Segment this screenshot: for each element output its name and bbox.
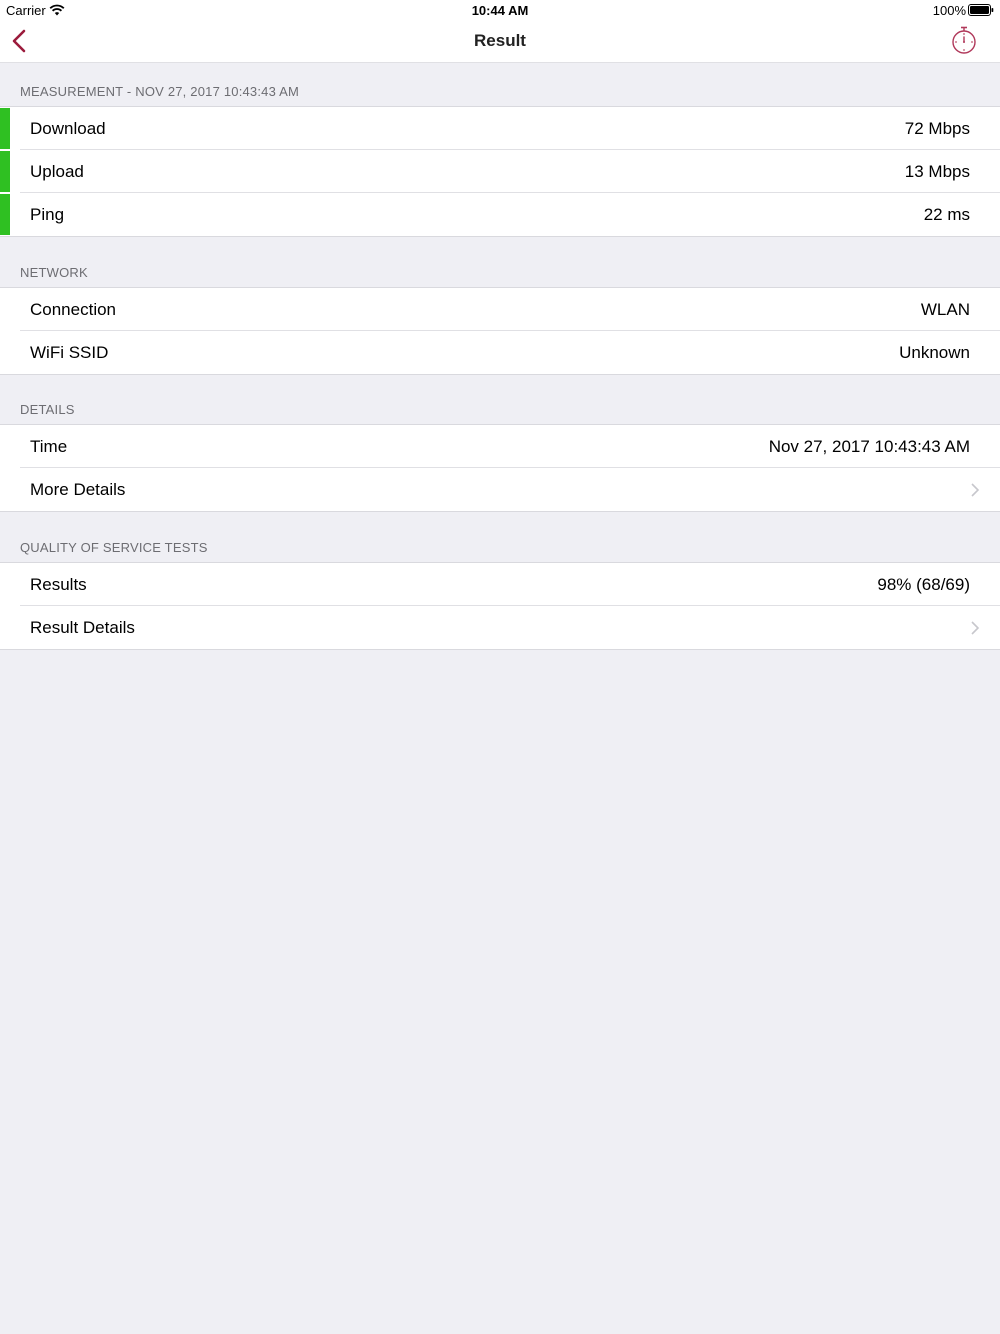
section-header-qos: QUALITY OF SERVICE TESTS: [20, 540, 208, 555]
page-title: Result: [474, 31, 526, 50]
row-label: Time: [30, 436, 68, 456]
wifi-ssid-row: WiFi SSID Unknown: [0, 330, 1000, 374]
network-group: Connection WLAN WiFi SSID Unknown: [0, 287, 1000, 375]
time-row: Time Nov 27, 2017 10:43:43 AM: [0, 425, 1000, 468]
chevron-right-icon: [971, 620, 980, 635]
qos-results-row: Results 98% (68/69): [0, 563, 1000, 606]
battery-icon: [968, 4, 994, 16]
status-time: 10:44 AM: [471, 3, 529, 18]
row-label: Download: [30, 118, 106, 138]
chevron-right-icon: [971, 482, 980, 497]
stopwatch-button[interactable]: [948, 24, 980, 56]
qos-group: Results 98% (68/69) Result Details: [0, 562, 1000, 650]
row-value: 98% (68/69): [877, 574, 970, 594]
battery-percentage: 100%: [932, 3, 966, 18]
upload-row: Upload 13 Mbps: [0, 149, 1000, 193]
section-header-network: NETWORK: [20, 265, 88, 280]
ping-status-indicator: [0, 194, 10, 235]
row-value: WLAN: [920, 299, 970, 319]
row-label: Ping: [30, 204, 65, 224]
section-header-measurement: MEASUREMENT - NOV 27, 2017 10:43:43 AM: [20, 84, 300, 99]
more-details-row[interactable]: More Details: [0, 467, 1000, 511]
measurement-group: Download 72 Mbps Upload 13 Mbps Ping 22 …: [0, 106, 1000, 237]
row-label: Connection: [30, 299, 117, 319]
network-section: NETWORK Connection WLAN WiFi SSID Unknow…: [0, 244, 1000, 375]
qos-section: QUALITY OF SERVICE TESTS Results 98% (68…: [0, 519, 1000, 650]
row-value: 72 Mbps: [904, 118, 970, 138]
row-value: 13 Mbps: [904, 161, 970, 181]
download-status-indicator: [0, 108, 10, 149]
ping-row: Ping 22 ms: [0, 192, 1000, 236]
measurement-section: MEASUREMENT - NOV 27, 2017 10:43:43 AM D…: [0, 63, 1000, 237]
section-header-details: DETAILS: [20, 402, 75, 417]
stopwatch-icon: [952, 26, 976, 54]
row-label: More Details: [30, 479, 126, 499]
status-bar: Carrier 10:44 AM 100%: [0, 0, 1000, 20]
row-label: WiFi SSID: [30, 342, 109, 362]
details-section: DETAILS Time Nov 27, 2017 10:43:43 AM Mo…: [0, 381, 1000, 512]
upload-status-indicator: [0, 151, 10, 192]
navigation-bar: Result: [0, 20, 1000, 63]
download-row: Download 72 Mbps: [0, 107, 1000, 150]
row-label: Upload: [30, 161, 84, 181]
row-value: Unknown: [899, 342, 970, 362]
connection-row: Connection WLAN: [0, 288, 1000, 331]
details-group: Time Nov 27, 2017 10:43:43 AM More Detai…: [0, 424, 1000, 512]
row-value: 22 ms: [923, 204, 970, 224]
row-label: Result Details: [30, 617, 135, 637]
row-value: Nov 27, 2017 10:43:43 AM: [768, 436, 970, 456]
result-details-row[interactable]: Result Details: [0, 605, 1000, 649]
row-label: Results: [30, 574, 87, 594]
